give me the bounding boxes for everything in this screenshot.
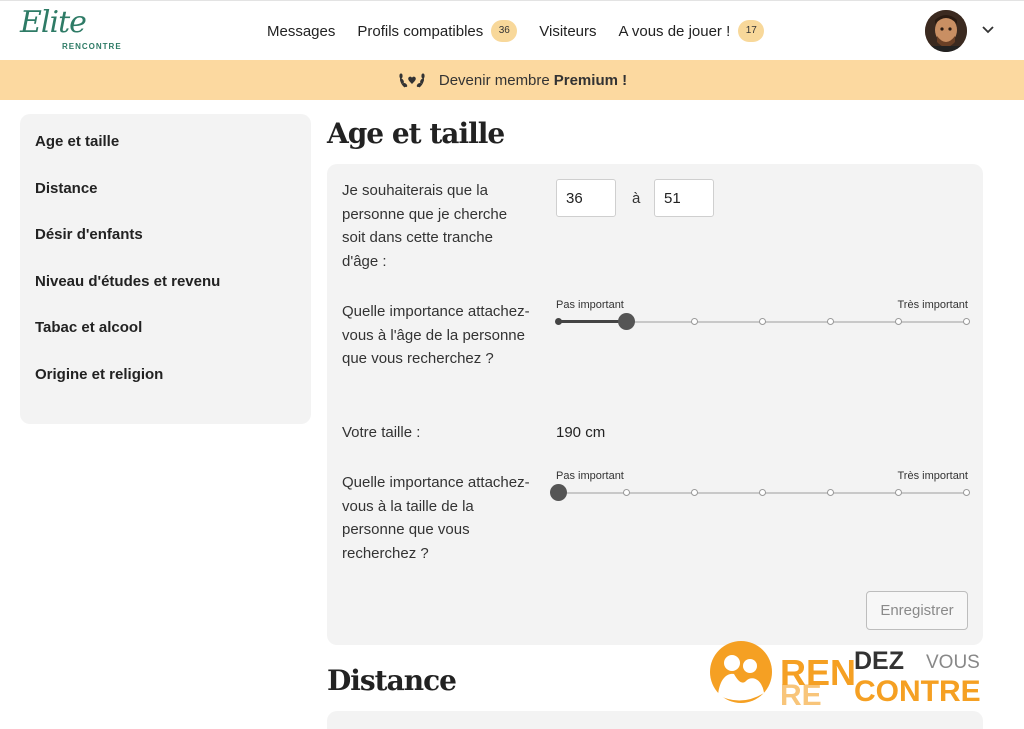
elite-rencontre-logo[interactable]: Elite RENCONTRE	[20, 5, 130, 53]
age-max-input[interactable]	[654, 179, 714, 217]
distance-title: Distance	[327, 664, 457, 697]
age-importance-question: Quelle importance attachez-vous à l'âge …	[342, 303, 530, 367]
sidebar-item-tobacco-alcohol[interactable]: Tabac et alcool	[20, 318, 311, 365]
distance-panel	[327, 711, 983, 729]
watermark-contre: CONTRE	[854, 675, 981, 708]
height-importance-slider[interactable]: Pas important Très important	[549, 470, 970, 510]
nav-your-turn[interactable]: A vous de jouer ! 17	[619, 20, 765, 42]
slider-tick[interactable]	[690, 318, 698, 325]
slider-tick[interactable]	[622, 489, 630, 496]
slider-tick[interactable]	[826, 489, 834, 496]
laurel-heart-icon	[399, 73, 425, 88]
slider-tick[interactable]	[690, 489, 698, 496]
logo-script: Elite	[20, 5, 87, 40]
sidebar-item-age-height[interactable]: Age et taille	[20, 132, 311, 179]
sidebar-item-origin-religion[interactable]: Origine et religion	[20, 365, 311, 412]
user-avatar[interactable]	[925, 10, 967, 52]
slider-max-label: Très important	[897, 470, 968, 482]
slider-max-label: Très important	[897, 299, 968, 311]
save-button[interactable]: Enregistrer	[866, 591, 968, 630]
slider-knob[interactable]	[617, 313, 635, 330]
nav-compatible-profiles[interactable]: Profils compatibles 36	[357, 20, 518, 42]
nav-visitors[interactable]: Visiteurs	[539, 23, 596, 40]
age-height-title: Age et taille	[327, 117, 505, 150]
nav-your-turn-label: A vous de jouer !	[618, 22, 731, 40]
nav-messages[interactable]: Messages	[267, 23, 335, 40]
compatible-count-badge: 36	[491, 20, 518, 42]
age-min-input[interactable]	[556, 179, 616, 217]
slider-tick[interactable]	[894, 318, 902, 325]
slider-min-label: Pas important	[556, 299, 624, 311]
slider-tick[interactable]	[758, 318, 766, 325]
watermark-re: RE	[780, 679, 822, 709]
age-range-separator: à	[632, 190, 641, 207]
sidebar-item-children[interactable]: Désir d'enfants	[20, 225, 311, 272]
slider-tick[interactable]	[962, 489, 970, 496]
watermark-dez: DEZ	[854, 647, 904, 675]
slider-tick[interactable]	[894, 489, 902, 496]
height-label: Votre taille :	[342, 424, 421, 441]
slider-tick[interactable]	[758, 489, 766, 496]
chevron-down-icon[interactable]	[980, 21, 996, 37]
premium-banner[interactable]: Devenir membre Premium !	[0, 60, 1024, 100]
top-header: Elite RENCONTRE Messages Profils compati…	[0, 0, 1024, 60]
height-importance-question: Quelle importance attachez-vous à la tai…	[342, 474, 530, 562]
rendezvous-rencontre-watermark: REN RE DEZ VOUS CONTRE	[708, 641, 993, 712]
logo-subtitle: RENCONTRE	[62, 42, 122, 51]
criteria-sidebar: Age et taille Distance Désir d'enfants N…	[20, 114, 311, 424]
premium-strong-text: Premium !	[553, 71, 628, 89]
age-range-question: Je souhaiterais que la personne que je c…	[342, 182, 508, 270]
age-importance-slider[interactable]: Pas important Très important	[554, 299, 970, 339]
slider-tick[interactable]	[962, 318, 970, 325]
height-value: 190 cm	[556, 424, 606, 441]
nav-messages-label: Messages	[267, 22, 336, 40]
premium-text: Devenir membre	[438, 71, 550, 89]
sidebar-item-distance[interactable]: Distance	[20, 179, 311, 226]
slider-tick[interactable]	[554, 318, 562, 325]
slider-tick[interactable]	[826, 318, 834, 325]
your-turn-count-badge: 17	[738, 20, 765, 42]
watermark-vous: VOUS	[926, 652, 980, 673]
nav-compatible-profiles-label: Profils compatibles	[357, 22, 484, 40]
main-nav: Messages Profils compatibles 36 Visiteur…	[267, 1, 786, 61]
slider-fill	[558, 320, 626, 323]
slider-min-label: Pas important	[556, 470, 624, 482]
nav-visitors-label: Visiteurs	[539, 22, 597, 40]
slider-knob[interactable]	[549, 484, 567, 501]
sidebar-item-education-income[interactable]: Niveau d'études et revenu	[20, 272, 311, 319]
